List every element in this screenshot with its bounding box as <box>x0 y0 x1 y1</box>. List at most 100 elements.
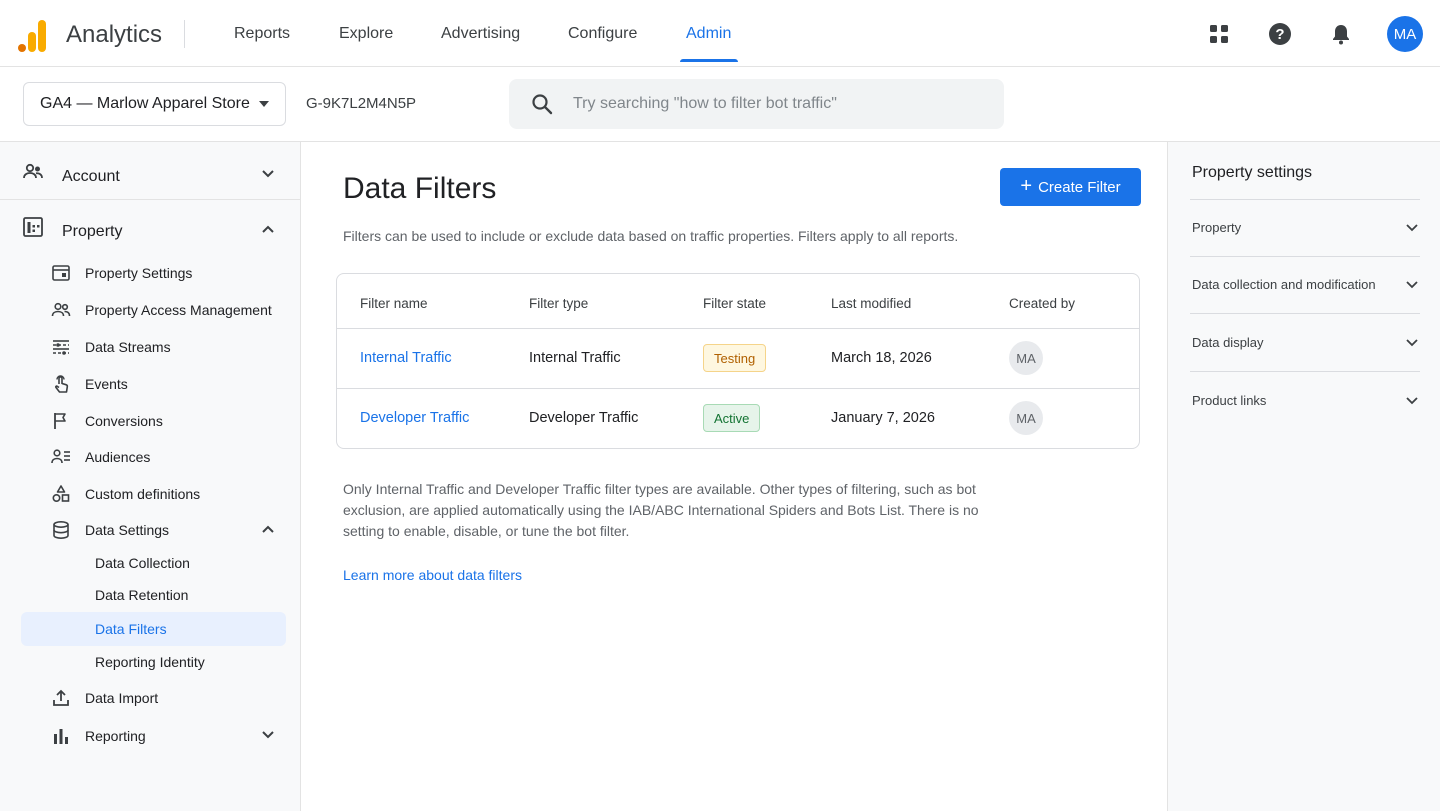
sidebar-item-conversions[interactable]: Conversions <box>0 405 300 437</box>
sidebar-item-data-settings[interactable]: Data Settings <box>0 514 300 546</box>
property-settings-icon <box>52 265 70 281</box>
sidebar-item-label: Property Settings <box>85 265 193 281</box>
apps-grid-icon[interactable] <box>1204 19 1234 49</box>
filters-table: Filter name Filter type Filter state Las… <box>336 273 1140 449</box>
panel-item-property[interactable]: Property <box>1190 200 1420 256</box>
database-icon <box>53 520 69 540</box>
column-header-filter-name[interactable]: Filter name <box>360 296 428 311</box>
sidebar-item-label: Data Import <box>85 690 159 706</box>
chevron-down-icon <box>262 731 274 739</box>
status-badge: Testing <box>703 344 767 372</box>
sidebar-section-account[interactable]: Account <box>0 146 300 200</box>
divider <box>184 20 185 48</box>
user-avatar[interactable]: MA <box>1387 16 1423 52</box>
sidebar-item-data-streams[interactable]: Data Streams <box>0 331 300 363</box>
sidebar-item-label: Events <box>85 376 128 392</box>
analytics-logo-icon[interactable] <box>18 18 48 52</box>
chevron-down-icon <box>1406 397 1418 405</box>
admin-sidebar: Account Property Property Settings Prope… <box>0 142 301 811</box>
nav-tab-advertising[interactable]: Advertising <box>441 25 520 43</box>
sidebar-subitem-label: Data Retention <box>95 587 189 603</box>
column-header-filter-type[interactable]: Filter type <box>529 296 588 311</box>
filter-name-link[interactable]: Developer Traffic <box>360 410 469 426</box>
panel-item-data-display[interactable]: Data display <box>1190 315 1420 371</box>
sidebar-item-property-settings[interactable]: Property Settings <box>0 257 300 289</box>
active-tab-indicator <box>680 59 738 62</box>
sidebar-item-label: Reporting <box>85 728 146 744</box>
sidebar-item-audiences[interactable]: Audiences <box>0 441 300 473</box>
sidebar-item-data-import[interactable]: Data Import <box>0 682 300 714</box>
sidebar-item-reporting[interactable]: Reporting <box>0 720 300 752</box>
sidebar-section-account-label: Account <box>62 168 120 185</box>
learn-more-link[interactable]: Learn more about data filters <box>343 567 522 583</box>
panel-item-data-collection[interactable]: Data collection and modification <box>1190 257 1420 313</box>
page-title: Data Filters <box>343 172 497 205</box>
panel-item-label: Property <box>1192 220 1242 235</box>
nav-tab-explore[interactable]: Explore <box>339 25 393 43</box>
shapes-icon <box>52 485 70 503</box>
chevron-down-icon <box>1406 224 1418 232</box>
sidebar-item-label: Data Settings <box>85 522 170 538</box>
sidebar-item-label: Audiences <box>85 449 151 465</box>
column-header-created-by[interactable]: Created by <box>1009 296 1075 311</box>
nav-tab-reports[interactable]: Reports <box>234 25 290 43</box>
last-modified: March 18, 2026 <box>831 350 932 366</box>
chevron-down-icon <box>262 170 274 178</box>
sidebar-section-property[interactable]: Property <box>0 201 300 255</box>
create-filter-button[interactable]: + Create Filter <box>1000 168 1141 206</box>
sidebar-item-label: Property Access Management <box>85 302 272 318</box>
chevron-down-icon <box>1406 339 1418 347</box>
property-id: G-9K7L2M4N5P <box>306 95 417 112</box>
main-content: Data Filters + Create Filter Filters can… <box>301 142 1167 811</box>
sidebar-subitem-data-collection[interactable]: Data Collection <box>21 547 286 579</box>
create-filter-label: Create Filter <box>1038 178 1121 196</box>
sidebar-item-property-access-management[interactable]: Property Access Management <box>0 294 300 326</box>
table-row[interactable]: Developer Traffic Developer Traffic Acti… <box>337 388 1139 448</box>
sidebar-subitem-label: Data Filters <box>95 621 167 637</box>
avatar: MA <box>1009 401 1043 435</box>
audiences-icon <box>51 449 70 464</box>
panel-item-label: Data display <box>1192 335 1264 350</box>
property-selector-label: GA4 — Marlow Apparel Store <box>40 95 250 112</box>
account-people-icon <box>23 163 43 179</box>
search-bar[interactable] <box>509 79 1004 129</box>
search-input[interactable] <box>573 79 993 129</box>
panel-item-label: Product links <box>1192 393 1267 408</box>
property-selector[interactable]: GA4 — Marlow Apparel Store <box>23 82 286 126</box>
chevron-up-icon <box>262 525 274 533</box>
last-modified: January 7, 2026 <box>831 410 935 426</box>
help-icon[interactable]: ? <box>1265 19 1295 49</box>
page-description: Filters can be used to include or exclud… <box>343 228 959 244</box>
column-header-filter-state[interactable]: Filter state <box>703 296 766 311</box>
filter-type: Developer Traffic <box>529 410 639 426</box>
notifications-bell-icon[interactable] <box>1326 19 1356 49</box>
property-building-icon <box>23 217 43 237</box>
panel-title: Property settings <box>1192 164 1313 181</box>
sidebar-item-custom-definitions[interactable]: Custom definitions <box>0 478 300 510</box>
status-badge: Active <box>703 404 761 432</box>
filter-name-link[interactable]: Internal Traffic <box>360 350 452 366</box>
divider <box>1190 371 1420 372</box>
search-icon <box>532 94 553 115</box>
chevron-up-icon <box>262 225 274 233</box>
sidebar-item-label: Custom definitions <box>85 486 201 502</box>
sidebar-item-events[interactable]: Events <box>0 368 300 400</box>
table-row[interactable]: Internal Traffic Internal Traffic Testin… <box>337 328 1139 388</box>
sidebar-subitem-data-filters[interactable]: Data Filters <box>21 612 286 646</box>
sidebar-subitem-reporting-identity[interactable]: Reporting Identity <box>21 646 286 678</box>
sidebar-subitem-data-retention[interactable]: Data Retention <box>21 579 286 611</box>
people-icon <box>51 302 71 317</box>
caret-down-icon <box>259 101 269 107</box>
sidebar-item-label: Data Streams <box>85 339 171 355</box>
bar-chart-icon <box>54 729 68 744</box>
plus-icon: + <box>1020 175 1033 197</box>
filter-type: Internal Traffic <box>529 350 621 366</box>
flag-icon <box>54 413 66 429</box>
nav-tab-admin[interactable]: Admin <box>686 25 731 43</box>
property-settings-panel: Property settings Property Data collecti… <box>1167 142 1440 811</box>
column-header-last-modified[interactable]: Last modified <box>831 296 911 311</box>
bot-filter-note: Only Internal Traffic and Developer Traf… <box>343 481 979 539</box>
touch-icon <box>55 375 69 393</box>
panel-item-product-links[interactable]: Product links <box>1190 373 1420 429</box>
nav-tab-configure[interactable]: Configure <box>568 25 637 43</box>
